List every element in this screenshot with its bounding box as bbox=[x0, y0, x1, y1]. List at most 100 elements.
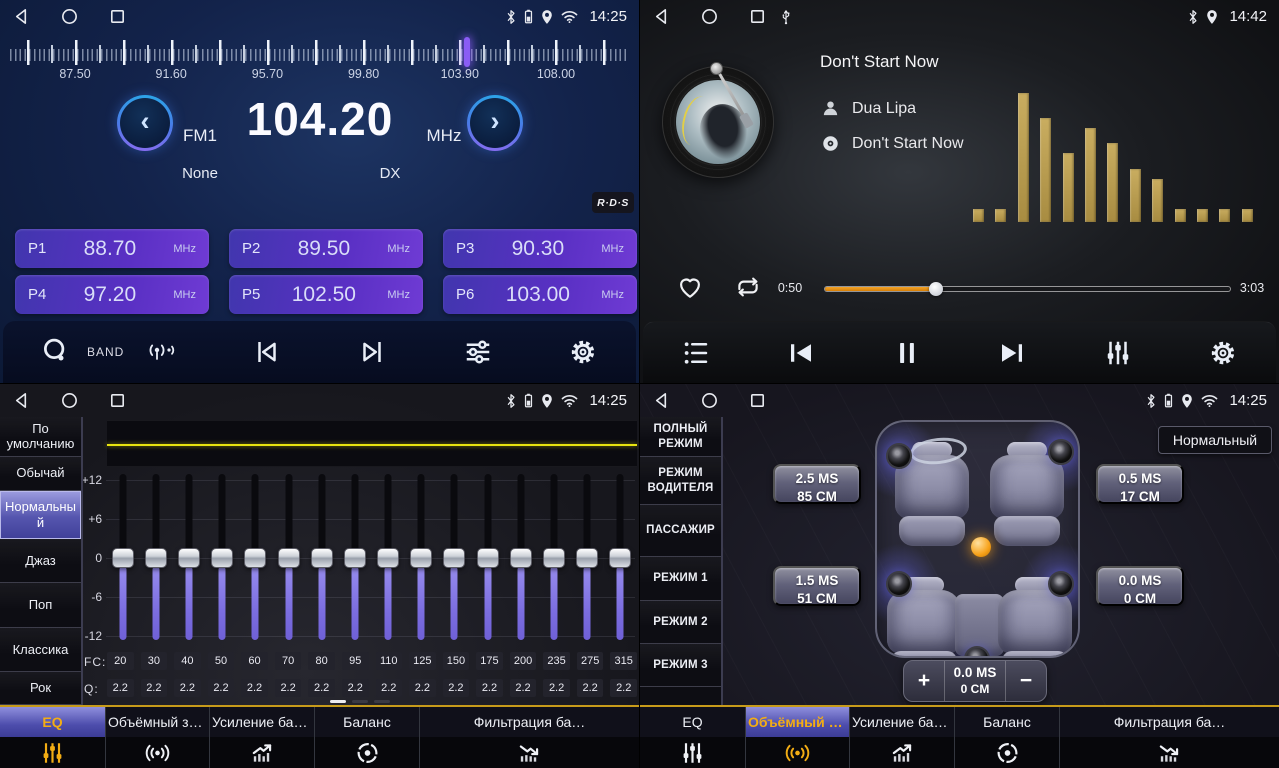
fc-value[interactable]: 95 bbox=[342, 652, 369, 670]
eq-tab-2[interactable]: Усиление басов bbox=[210, 707, 315, 768]
eq-tab-0[interactable]: EQ bbox=[0, 707, 106, 768]
fc-value[interactable]: 315 bbox=[610, 652, 637, 670]
front-right-delay-button[interactable]: 0.5 MS 17 CM bbox=[1096, 464, 1184, 504]
fc-value[interactable]: 200 bbox=[510, 652, 537, 670]
settings-gear-icon[interactable] bbox=[568, 337, 598, 367]
rear-right-delay-button[interactable]: 0.0 MS 0 CM bbox=[1096, 566, 1184, 606]
eq-band-slider-2[interactable] bbox=[172, 474, 205, 641]
band-page-indicator[interactable] bbox=[330, 700, 390, 703]
q-value[interactable]: 2.2 bbox=[208, 679, 235, 697]
back-icon[interactable] bbox=[652, 391, 671, 410]
slider-knob[interactable] bbox=[211, 548, 233, 568]
slider-knob[interactable] bbox=[443, 548, 465, 568]
sur-tab-0[interactable]: EQ bbox=[640, 707, 746, 768]
q-value[interactable]: 2.2 bbox=[174, 679, 201, 697]
eq-band-slider-13[interactable] bbox=[537, 474, 570, 641]
repeat-icon[interactable] bbox=[734, 274, 762, 300]
preset-button-p5[interactable]: P5102.50MHz bbox=[229, 275, 423, 314]
slider-knob[interactable] bbox=[178, 548, 200, 568]
fc-value[interactable]: 60 bbox=[241, 652, 268, 670]
recents-square-icon[interactable] bbox=[748, 7, 767, 26]
recents-square-icon[interactable] bbox=[108, 391, 127, 410]
favorite-heart-icon[interactable] bbox=[676, 274, 704, 300]
eq-band-slider-12[interactable] bbox=[504, 474, 537, 641]
fc-value[interactable]: 80 bbox=[308, 652, 335, 670]
eq-tab-3[interactable]: Баланс bbox=[315, 707, 420, 768]
fc-value[interactable]: 110 bbox=[376, 652, 403, 670]
recents-square-icon[interactable] bbox=[108, 7, 127, 26]
listening-position-marker[interactable] bbox=[971, 537, 991, 557]
seek-down-button[interactable] bbox=[117, 95, 173, 151]
eq-preset-item-4[interactable]: Поп bbox=[0, 583, 81, 628]
preset-button-p2[interactable]: P289.50MHz bbox=[229, 229, 423, 268]
listening-mode-item-2[interactable]: ПАССАЖИР bbox=[640, 505, 721, 557]
band-button[interactable]: BAND bbox=[87, 345, 111, 359]
home-circle-icon[interactable] bbox=[700, 391, 719, 410]
sur-tab-3[interactable]: Баланс bbox=[955, 707, 1060, 768]
next-track-icon[interactable] bbox=[997, 338, 1027, 368]
preset-button-p4[interactable]: P497.20MHz bbox=[15, 275, 209, 314]
equalizer-sliders-icon[interactable] bbox=[1103, 338, 1133, 368]
eq-preset-item-0[interactable]: По умолчанию bbox=[0, 417, 81, 457]
back-icon[interactable] bbox=[12, 7, 31, 26]
sur-tab-4[interactable]: Фильтрация ба… bbox=[1060, 707, 1279, 768]
slider-knob[interactable] bbox=[477, 548, 499, 568]
slider-knob[interactable] bbox=[145, 548, 167, 568]
q-value[interactable]: 2.2 bbox=[610, 679, 637, 697]
q-value[interactable]: 2.2 bbox=[577, 679, 604, 697]
eq-preset-item-2[interactable]: Нормальный bbox=[0, 491, 81, 539]
q-value[interactable]: 2.2 bbox=[476, 679, 503, 697]
broadcast-icon[interactable] bbox=[146, 337, 176, 367]
slider-knob[interactable] bbox=[244, 548, 266, 568]
progress-thumb[interactable] bbox=[929, 282, 943, 296]
fc-value[interactable]: 30 bbox=[141, 652, 168, 670]
decrease-button[interactable]: − bbox=[1006, 661, 1046, 701]
fc-value[interactable]: 175 bbox=[476, 652, 503, 670]
eq-band-slider-14[interactable] bbox=[571, 474, 604, 641]
listening-mode-item-0[interactable]: ПОЛНЫЙ РЕЖИМ bbox=[640, 417, 721, 457]
q-value[interactable]: 2.2 bbox=[241, 679, 268, 697]
listening-mode-item-3[interactable]: РЕЖИМ 1 bbox=[640, 557, 721, 601]
q-value[interactable]: 2.2 bbox=[141, 679, 168, 697]
tuner-scale[interactable]: 87.5091.6095.7099.80103.90108.00 bbox=[0, 33, 639, 85]
sur-tab-1[interactable]: Объёмный звук bbox=[746, 707, 850, 768]
rear-left-delay-button[interactable]: 1.5 MS 51 CM bbox=[773, 566, 861, 606]
preset-button-p6[interactable]: P6103.00MHz bbox=[443, 275, 637, 314]
eq-band-slider-6[interactable] bbox=[305, 474, 338, 641]
q-value[interactable]: 2.2 bbox=[275, 679, 302, 697]
home-circle-icon[interactable] bbox=[60, 7, 79, 26]
eq-band-slider-10[interactable] bbox=[438, 474, 471, 641]
listening-mode-item-1[interactable]: РЕЖИМ ВОДИТЕЛЯ bbox=[640, 457, 721, 505]
home-circle-icon[interactable] bbox=[60, 391, 79, 410]
fc-value[interactable]: 50 bbox=[208, 652, 235, 670]
settings-gear-icon[interactable] bbox=[1208, 338, 1238, 368]
q-value[interactable]: 2.2 bbox=[107, 679, 134, 697]
seek-up-button[interactable] bbox=[467, 95, 523, 151]
playlist-icon[interactable] bbox=[681, 338, 711, 368]
seek-previous-icon[interactable] bbox=[252, 337, 282, 367]
preset-button-p1[interactable]: P188.70MHz bbox=[15, 229, 209, 268]
slider-knob[interactable] bbox=[576, 548, 598, 568]
q-value[interactable]: 2.2 bbox=[510, 679, 537, 697]
eq-band-slider-15[interactable] bbox=[604, 474, 637, 641]
slider-knob[interactable] bbox=[543, 548, 565, 568]
eq-band-slider-11[interactable] bbox=[471, 474, 504, 641]
q-value[interactable]: 2.2 bbox=[342, 679, 369, 697]
sur-tab-2[interactable]: Усиление басов bbox=[850, 707, 955, 768]
front-left-delay-button[interactable]: 2.5 MS 85 CM bbox=[773, 464, 861, 504]
fc-value[interactable]: 125 bbox=[409, 652, 436, 670]
slider-knob[interactable] bbox=[344, 548, 366, 568]
slider-knob[interactable] bbox=[112, 548, 134, 568]
fc-value[interactable]: 70 bbox=[275, 652, 302, 670]
eq-band-slider-5[interactable] bbox=[272, 474, 305, 641]
slider-knob[interactable] bbox=[609, 548, 631, 568]
q-value[interactable]: 2.2 bbox=[376, 679, 403, 697]
back-icon[interactable] bbox=[652, 7, 671, 26]
eq-band-slider-8[interactable] bbox=[372, 474, 405, 641]
recents-square-icon[interactable] bbox=[748, 391, 767, 410]
eq-preset-item-3[interactable]: Джаз bbox=[0, 539, 81, 584]
surround-preset-button[interactable]: Нормальный bbox=[1158, 426, 1272, 454]
album-art-vinyl[interactable] bbox=[662, 66, 774, 178]
home-circle-icon[interactable] bbox=[700, 7, 719, 26]
eq-band-slider-3[interactable] bbox=[206, 474, 239, 641]
